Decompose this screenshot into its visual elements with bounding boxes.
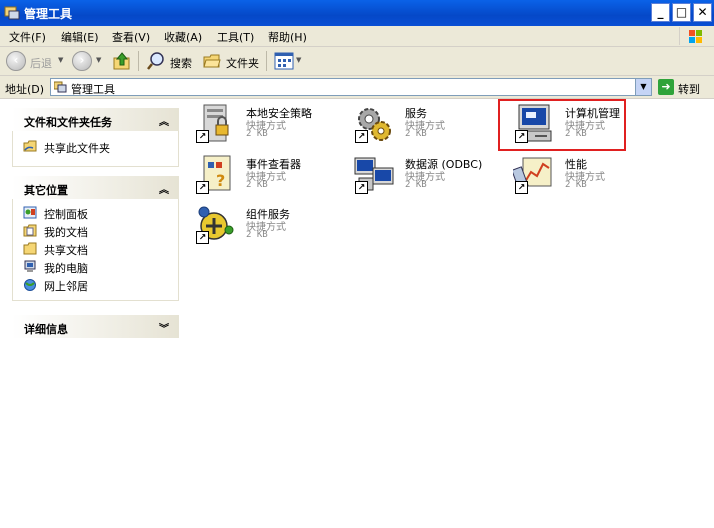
selection-highlight xyxy=(498,99,626,151)
place-network[interactable]: 网上邻居 xyxy=(13,275,178,293)
folders-icon[interactable] xyxy=(202,51,222,71)
menu-bar: 文件(F) 编辑(E) 查看(V) 收藏(A) 工具(T) 帮助(H) xyxy=(0,26,714,47)
menu-favorites[interactable]: 收藏(A) xyxy=(164,29,202,45)
file-item[interactable]: ↗ 组件服务 快捷方式 2 KB xyxy=(194,204,344,250)
task-share-folder[interactable]: 共享此文件夹 xyxy=(13,137,178,155)
shortcut-arrow-icon: ↗ xyxy=(515,181,528,194)
other-places-panel: 其它位置 ︽ 控制面板 我的文档 共享文档 我的电脑 网上邻居 xyxy=(12,176,179,301)
menu-view[interactable]: 查看(V) xyxy=(112,29,150,45)
collapse-chevron-icon[interactable]: ︽ xyxy=(159,113,169,128)
windows-logo-icon xyxy=(679,27,702,45)
views-icon[interactable] xyxy=(274,52,294,70)
panel-header[interactable]: 文件和文件夹任务 ︽ xyxy=(12,108,179,131)
file-item[interactable]: ↗ 服务 快捷方式 2 KB xyxy=(353,103,503,149)
place-label: 我的电脑 xyxy=(44,262,88,275)
panel-title: 详细信息 xyxy=(24,323,68,336)
svg-text:?: ? xyxy=(216,171,225,190)
shortcut-arrow-icon: ↗ xyxy=(196,231,209,244)
folders-button-label[interactable]: 文件夹 xyxy=(226,55,259,71)
file-view: ↗ 本地安全策略 快捷方式 2 KB ↗ 服务 快捷方式 2 KB ↗ 计算机管… xyxy=(188,99,714,528)
go-button-label[interactable]: 转到 xyxy=(678,81,700,97)
task-pane: 文件和文件夹任务 ︽ 共享此文件夹 其它位置 ︽ 控制面板 我的文档 共享文档 … xyxy=(0,99,188,528)
address-dropdown-icon[interactable]: ▼ xyxy=(635,79,651,95)
shortcut-arrow-icon: ↗ xyxy=(196,181,209,194)
menu-file[interactable]: 文件(F) xyxy=(9,29,46,45)
views-dropdown-icon[interactable]: ▼ xyxy=(296,56,301,64)
collapse-chevron-icon[interactable]: ︽ xyxy=(159,181,169,196)
back-dropdown-icon[interactable]: ▼ xyxy=(58,56,63,64)
menu-edit[interactable]: 编辑(E) xyxy=(61,29,99,45)
menu-tools[interactable]: 工具(T) xyxy=(217,29,254,45)
item-size: 2 KB xyxy=(246,129,268,139)
my-documents-icon xyxy=(23,224,37,237)
item-size: 2 KB xyxy=(246,180,268,190)
item-size: 2 KB xyxy=(565,180,587,190)
share-folder-icon xyxy=(23,140,37,152)
shared-documents-icon xyxy=(23,242,37,255)
my-computer-icon xyxy=(24,260,36,272)
address-value: 管理工具 xyxy=(71,83,115,96)
panel-title: 文件和文件夹任务 xyxy=(24,116,112,129)
toolbar: ‹ 后退 ▼ › ▼ 搜索 文件夹 ▼ xyxy=(0,47,714,76)
place-my-documents[interactable]: 我的文档 xyxy=(13,221,178,239)
up-folder-icon[interactable] xyxy=(112,51,132,71)
expand-chevron-icon[interactable]: ︾ xyxy=(159,320,169,335)
file-item[interactable]: ↗ 数据源 (ODBC) 快捷方式 2 KB xyxy=(353,154,503,200)
shortcut-arrow-icon: ↗ xyxy=(355,130,368,143)
shortcut-arrow-icon: ↗ xyxy=(196,130,209,143)
search-icon[interactable] xyxy=(146,51,166,71)
place-shared-documents[interactable]: 共享文档 xyxy=(13,239,178,257)
item-size: 2 KB xyxy=(405,180,427,190)
maximize-button[interactable]: □ xyxy=(672,3,691,22)
place-label: 控制面板 xyxy=(44,208,88,221)
toolbar-separator xyxy=(138,51,139,71)
forward-arrow-icon[interactable]: › xyxy=(72,51,92,71)
place-label: 我的文档 xyxy=(44,226,88,239)
admin-tools-icon xyxy=(54,81,67,93)
address-bar: 地址(D) 管理工具 ▼ ➜ 转到 xyxy=(0,76,714,99)
window-title: 管理工具 xyxy=(24,7,73,21)
network-places-icon xyxy=(24,279,36,291)
place-label: 网上邻居 xyxy=(44,280,88,293)
panel-header[interactable]: 详细信息 ︾ xyxy=(12,315,179,338)
back-arrow-icon[interactable]: ‹ xyxy=(6,51,26,71)
control-panel-icon xyxy=(23,206,37,219)
item-size: 2 KB xyxy=(405,129,427,139)
item-size: 2 KB xyxy=(246,230,268,240)
toolbar-separator xyxy=(266,51,267,71)
forward-dropdown-icon[interactable]: ▼ xyxy=(96,56,101,64)
admin-tools-icon xyxy=(4,6,20,20)
file-tasks-panel: 文件和文件夹任务 ︽ 共享此文件夹 xyxy=(12,108,179,167)
place-control-panel[interactable]: 控制面板 xyxy=(13,203,178,221)
file-item[interactable]: ? ↗ 事件查看器 快捷方式 2 KB xyxy=(194,154,344,200)
address-input[interactable]: 管理工具 ▼ xyxy=(50,78,652,96)
minimize-button[interactable]: _ xyxy=(651,3,670,22)
close-button[interactable]: ✕ xyxy=(693,3,712,22)
title-bar: 管理工具 _ □ ✕ xyxy=(0,0,714,26)
panel-header[interactable]: 其它位置 ︽ xyxy=(12,176,179,199)
place-my-computer[interactable]: 我的电脑 xyxy=(13,257,178,275)
menu-help[interactable]: 帮助(H) xyxy=(268,29,307,45)
shortcut-arrow-icon: ↗ xyxy=(355,181,368,194)
back-button-label[interactable]: 后退 xyxy=(30,55,52,71)
go-arrow-icon[interactable]: ➜ xyxy=(658,79,674,95)
file-item[interactable]: ↗ 性能 快捷方式 2 KB xyxy=(513,154,663,200)
search-button-label[interactable]: 搜索 xyxy=(170,55,192,71)
address-label: 地址(D) xyxy=(5,83,45,96)
task-label: 共享此文件夹 xyxy=(44,142,110,155)
place-label: 共享文档 xyxy=(44,244,88,257)
file-item[interactable]: ↗ 本地安全策略 快捷方式 2 KB xyxy=(194,103,344,149)
details-panel: 详细信息 ︾ xyxy=(12,315,179,338)
panel-title: 其它位置 xyxy=(24,184,68,197)
